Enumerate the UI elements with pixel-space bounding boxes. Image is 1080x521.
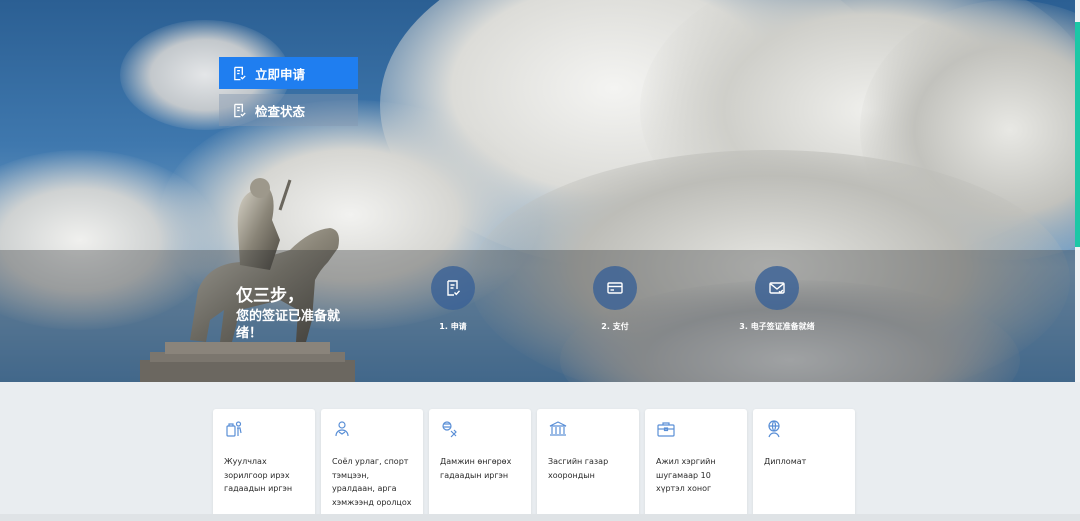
category-label: Засгийн газар хоорондын — [548, 457, 609, 480]
step-pay: 2. 支付 — [555, 266, 675, 332]
category-label: Дамжин өнгөрөх гадаадын иргэн — [440, 457, 512, 480]
category-card-diplomat[interactable]: Дипломат — [753, 409, 855, 521]
category-card-transit[interactable]: Дамжин өнгөрөх гадаадын иргэн — [429, 409, 531, 521]
category-card-business[interactable]: Ажил хэргийн шугамаар 10 хүртэл хоног — [645, 409, 747, 521]
apply-now-button[interactable]: 立即申请 — [219, 57, 358, 89]
page-bottom-edge — [0, 514, 1080, 521]
diplomat-icon — [764, 419, 784, 439]
check-status-button[interactable]: 检查状态 — [219, 94, 358, 126]
category-card-government[interactable]: Засгийн газар хоорондын — [537, 409, 639, 521]
category-label: Соёл урлаг, спорт тэмцээн, уралдаан, арг… — [332, 457, 412, 507]
tagline-subheading: 您的签证已准备就绪！ — [236, 308, 341, 342]
page-scrollbar[interactable] — [1075, 0, 1080, 382]
transit-icon — [440, 419, 460, 439]
steps-band — [0, 250, 1075, 382]
step-label: 1. 申请 — [439, 322, 467, 331]
step-icon-circle — [593, 266, 637, 310]
category-label: Жуулчлах зорилгоор ирэх гадаадын иргэн — [224, 457, 293, 494]
step-icon-circle — [755, 266, 799, 310]
visa-category-list: Жуулчлах зорилгоор ирэх гадаадын иргэн С… — [213, 409, 855, 521]
step-icon-circle — [431, 266, 475, 310]
document-check-icon — [234, 66, 246, 80]
card-icon — [607, 282, 623, 294]
step-evisa-ready: 3. 电子签证准备就绪 — [717, 266, 837, 332]
step-apply: 1. 申请 — [393, 266, 513, 332]
check-status-label: 检查状态 — [255, 103, 306, 119]
hero-banner: 立即申请 检查状态 仅三步， 您的签证已准备就绪！ 1. 申请 2. 支付 3.… — [0, 0, 1075, 382]
mail-icon — [769, 282, 785, 294]
step-label: 2. 支付 — [601, 322, 629, 331]
culture-sport-icon — [332, 419, 352, 439]
apply-now-label: 立即申请 — [255, 66, 306, 82]
business-icon — [656, 419, 676, 439]
category-label: Дипломат — [764, 457, 807, 466]
apply-icon — [447, 280, 461, 296]
government-icon — [548, 419, 568, 439]
step-label: 3. 电子签证准备就绪 — [739, 322, 815, 331]
category-label: Ажил хэргийн шугамаар 10 хүртэл хоног — [656, 457, 716, 494]
document-check-icon — [234, 103, 246, 117]
tagline-heading: 仅三步， — [236, 286, 304, 306]
category-card-tourist[interactable]: Жуулчлах зорилгоор ирэх гадаадын иргэн — [213, 409, 315, 521]
tourist-icon — [224, 419, 244, 439]
steps-tagline: 仅三步， 您的签证已准备就绪！ — [236, 285, 354, 343]
category-card-culture-sport[interactable]: Соёл урлаг, спорт тэмцээн, уралдаан, арг… — [321, 409, 423, 521]
